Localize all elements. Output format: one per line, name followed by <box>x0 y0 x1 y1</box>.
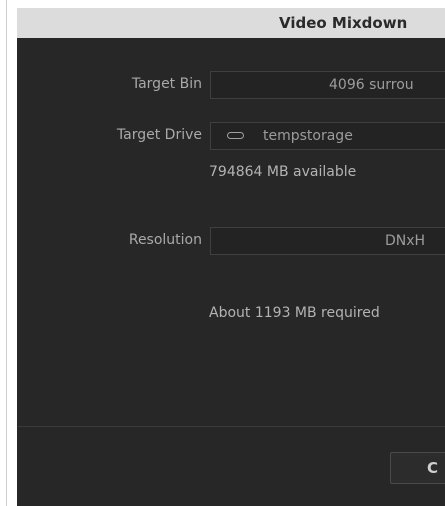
footer-button-label: C <box>427 459 439 477</box>
dialog-title-bar[interactable]: Video Mixdown <box>17 8 445 38</box>
resolution-label: Resolution <box>128 232 202 248</box>
video-mixdown-dialog: Video Mixdown Target Bin 4096 surrou Tar… <box>17 8 445 506</box>
drive-available-text: 794864 MB available <box>209 164 357 180</box>
footer-divider <box>17 426 445 427</box>
dialog-title: Video Mixdown <box>279 14 408 32</box>
window-border <box>6 0 7 506</box>
resolution-select[interactable]: DNxH <box>210 227 445 255</box>
target-bin-label: Target Bin <box>131 76 202 92</box>
footer-button[interactable]: C <box>390 452 445 484</box>
target-drive-select[interactable]: tempstorage <box>210 122 445 150</box>
required-size-text: About 1193 MB required <box>209 305 380 321</box>
target-drive-value: tempstorage <box>263 128 353 144</box>
target-drive-label: Target Drive <box>116 127 202 143</box>
page: Video Mixdown Target Bin 4096 surrou Tar… <box>0 0 445 506</box>
resolution-value: DNxH <box>385 233 426 249</box>
drive-icon <box>227 132 244 139</box>
target-bin-select[interactable]: 4096 surrou <box>210 71 445 99</box>
target-bin-value: 4096 surrou <box>329 77 414 93</box>
